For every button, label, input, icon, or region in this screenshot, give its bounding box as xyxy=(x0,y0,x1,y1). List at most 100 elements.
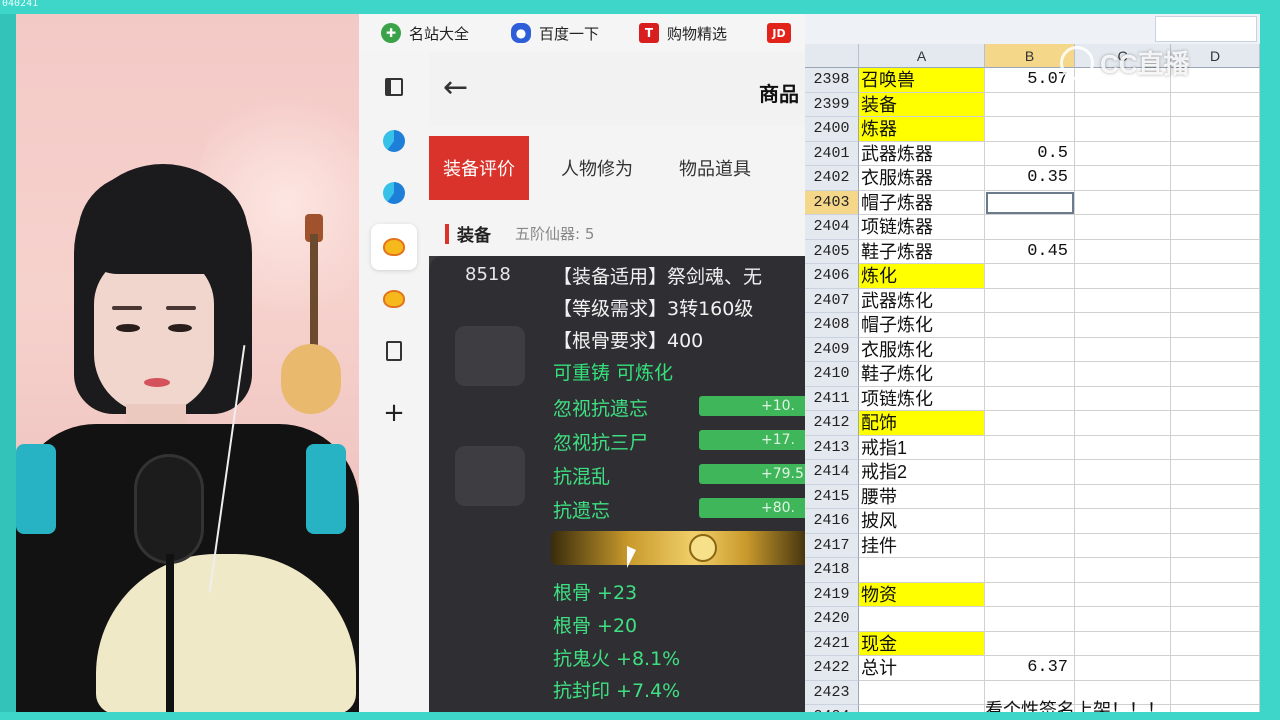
bookmark-shopping[interactable]: T 购物精选 xyxy=(639,22,727,44)
cell-d[interactable] xyxy=(1171,607,1260,632)
cell-a[interactable]: 衣服炼化 xyxy=(859,337,985,362)
cell-c[interactable] xyxy=(1075,141,1171,166)
formula-input[interactable] xyxy=(1155,16,1257,42)
cell-a[interactable]: 现金 xyxy=(859,631,985,656)
cell-b[interactable] xyxy=(985,386,1075,411)
cell-c[interactable] xyxy=(1075,582,1171,607)
cell-d[interactable] xyxy=(1171,117,1260,142)
cell-c[interactable] xyxy=(1075,631,1171,656)
cell-c[interactable] xyxy=(1075,411,1171,436)
cell-c[interactable] xyxy=(1075,313,1171,338)
cell-c[interactable] xyxy=(1075,337,1171,362)
cell-b[interactable] xyxy=(985,631,1075,656)
cell-c[interactable] xyxy=(1075,509,1171,534)
row-number[interactable]: 2408 xyxy=(805,313,859,338)
cell-d[interactable] xyxy=(1171,558,1260,583)
cell-c[interactable] xyxy=(1075,239,1171,264)
cell-d[interactable] xyxy=(1171,484,1260,509)
row-number[interactable]: 2417 xyxy=(805,533,859,558)
cell-d[interactable] xyxy=(1171,656,1260,681)
cell-b[interactable] xyxy=(985,337,1075,362)
cell-d[interactable] xyxy=(1171,533,1260,558)
cell-a[interactable]: 召唤兽 xyxy=(859,68,985,93)
cell-b[interactable] xyxy=(985,607,1075,632)
tab-items[interactable]: 物品道具 xyxy=(679,136,751,200)
cell-d[interactable] xyxy=(1171,92,1260,117)
row-number[interactable]: 2400 xyxy=(805,117,859,142)
cell-d[interactable] xyxy=(1171,435,1260,460)
sidebar-edge-button-2[interactable] xyxy=(371,170,417,216)
cell-a[interactable]: 鞋子炼化 xyxy=(859,362,985,387)
cell-a[interactable]: 戒指2 xyxy=(859,460,985,485)
row-number[interactable]: 2424 xyxy=(805,705,859,712)
cell-b[interactable] xyxy=(985,411,1075,436)
row-number[interactable]: 2403 xyxy=(805,190,859,215)
cell-b[interactable] xyxy=(985,117,1075,142)
sidebar-panel-button[interactable] xyxy=(371,64,417,110)
cell-b[interactable]: 6.37 xyxy=(985,656,1075,681)
cell-a[interactable]: 挂件 xyxy=(859,533,985,558)
sidebar-add-button[interactable]: + xyxy=(371,390,417,436)
cell-d[interactable] xyxy=(1171,166,1260,191)
cell-c[interactable] xyxy=(1075,190,1171,215)
row-number[interactable]: 2404 xyxy=(805,215,859,240)
cell-a[interactable]: 帽子炼化 xyxy=(859,313,985,338)
cell-a[interactable]: 炼化 xyxy=(859,264,985,289)
cell-a[interactable] xyxy=(859,607,985,632)
cell-b[interactable] xyxy=(985,582,1075,607)
cell-b[interactable]: 0.35 xyxy=(985,166,1075,191)
bookmark-baidu[interactable]: ● 百度一下 xyxy=(511,22,599,44)
cell-b[interactable] xyxy=(985,435,1075,460)
cell-b[interactable] xyxy=(985,288,1075,313)
cell-d[interactable] xyxy=(1171,386,1260,411)
cell-a[interactable] xyxy=(859,558,985,583)
row-number[interactable]: 2412 xyxy=(805,411,859,436)
cell-d[interactable] xyxy=(1171,264,1260,289)
cell-b[interactable] xyxy=(985,264,1075,289)
cell-a[interactable]: 鞋子炼器 xyxy=(859,239,985,264)
cell-c[interactable] xyxy=(1075,117,1171,142)
cell-c[interactable] xyxy=(1075,288,1171,313)
cell-c[interactable] xyxy=(1075,460,1171,485)
cell-a[interactable]: 项链炼化 xyxy=(859,386,985,411)
cell-a[interactable]: 腰带 xyxy=(859,484,985,509)
sidebar-chick-button[interactable] xyxy=(371,276,417,322)
row-number[interactable]: 2398 xyxy=(805,68,859,93)
bookmark-site-directory[interactable]: ✚ 名站大全 xyxy=(381,22,469,44)
cell-a[interactable]: 披风 xyxy=(859,509,985,534)
cell-d[interactable] xyxy=(1171,337,1260,362)
cell-a[interactable]: 武器炼化 xyxy=(859,288,985,313)
row-number[interactable]: 2414 xyxy=(805,460,859,485)
bookmark-jd[interactable]: JD xyxy=(767,22,799,44)
cell-b[interactable] xyxy=(985,215,1075,240)
row-number[interactable]: 2410 xyxy=(805,362,859,387)
select-all-corner[interactable] xyxy=(805,44,859,68)
cell-a[interactable] xyxy=(859,680,985,705)
cell-d[interactable] xyxy=(1171,705,1260,712)
row-number[interactable]: 2421 xyxy=(805,631,859,656)
cell-a[interactable]: 帽子炼器 xyxy=(859,190,985,215)
cell-d[interactable] xyxy=(1171,680,1260,705)
row-number[interactable]: 2405 xyxy=(805,239,859,264)
cell-d[interactable] xyxy=(1171,313,1260,338)
back-arrow-icon[interactable]: ← xyxy=(443,70,468,105)
tab-character-cultivation[interactable]: 人物修为 xyxy=(561,136,633,200)
cell-b[interactable] xyxy=(985,558,1075,583)
row-number[interactable]: 2418 xyxy=(805,558,859,583)
cell-b[interactable] xyxy=(985,533,1075,558)
row-number[interactable]: 2411 xyxy=(805,386,859,411)
cell-c[interactable] xyxy=(1075,558,1171,583)
cell-a[interactable]: 物资 xyxy=(859,582,985,607)
row-number[interactable]: 2420 xyxy=(805,607,859,632)
cell-d[interactable] xyxy=(1171,288,1260,313)
cell-c[interactable] xyxy=(1075,484,1171,509)
cell-d[interactable] xyxy=(1171,141,1260,166)
column-header-a[interactable]: A xyxy=(859,44,985,68)
row-number[interactable]: 2413 xyxy=(805,435,859,460)
cell-a[interactable]: 项链炼器 xyxy=(859,215,985,240)
cell-c[interactable] xyxy=(1075,166,1171,191)
cell-d[interactable] xyxy=(1171,215,1260,240)
row-number[interactable]: 2409 xyxy=(805,337,859,362)
cell-a[interactable] xyxy=(859,705,985,712)
cell-d[interactable] xyxy=(1171,582,1260,607)
